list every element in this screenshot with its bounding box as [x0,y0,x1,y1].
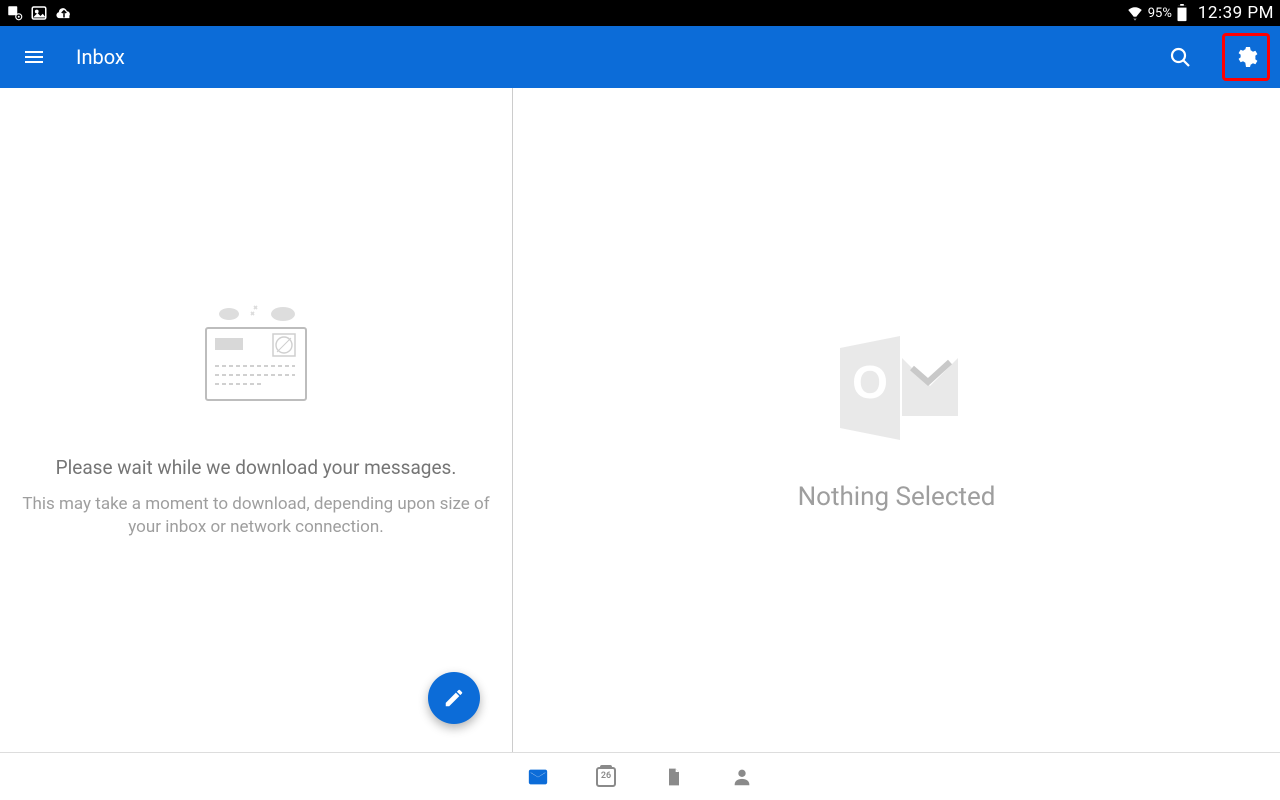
gear-icon [1234,45,1258,69]
search-button[interactable] [1156,33,1204,81]
clock: 12:39 PM [1198,3,1274,23]
hamburger-icon [22,45,46,69]
svg-text:O: O [852,356,888,408]
image-notification-icon [30,4,48,22]
download-primary-text: Please wait while we download your messa… [56,456,457,479]
bottom-nav: 26 [0,752,1280,800]
nav-mail[interactable] [524,763,552,791]
downloading-illustration [191,302,321,416]
app-bar: Inbox [0,26,1280,88]
nav-people[interactable] [728,763,756,791]
battery-percentage: 95% [1148,6,1172,21]
battery-icon [1176,4,1194,22]
mail-icon [526,766,550,788]
compose-button[interactable] [428,672,480,724]
person-icon [731,766,753,788]
page-title: Inbox [76,45,125,69]
nothing-selected-text: Nothing Selected [798,482,996,512]
cloud-upload-icon [54,4,72,22]
outlook-logo-icon: O [822,328,972,452]
file-icon [664,766,684,788]
status-bar: 95% 12:39 PM [0,0,1280,26]
pencil-icon [443,687,465,709]
download-secondary-text: This may take a moment to download, depe… [20,493,492,539]
reading-pane: O Nothing Selected [513,88,1280,752]
menu-button[interactable] [10,33,58,81]
nav-files[interactable] [660,763,688,791]
wifi-icon [1126,4,1144,22]
nav-calendar[interactable]: 26 [592,763,620,791]
notification-settings-icon [6,4,24,22]
calendar-icon: 26 [596,767,616,787]
search-icon [1168,45,1192,69]
settings-button[interactable] [1222,33,1270,81]
message-list-pane: Please wait while we download your messa… [0,88,512,752]
